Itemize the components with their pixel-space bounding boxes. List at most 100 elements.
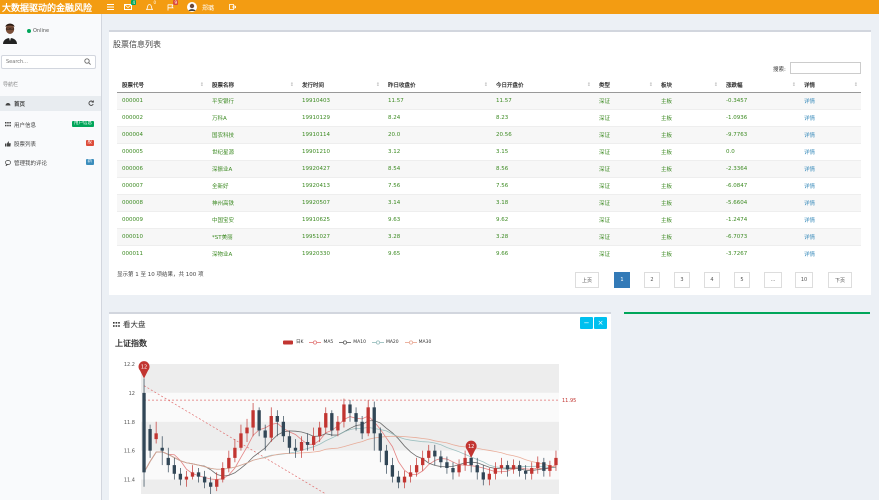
table-cell: 11.57 xyxy=(491,91,594,109)
brand-logo[interactable]: 大数据驱动的金融风险 xyxy=(2,1,92,14)
sort-icon[interactable]: ↕ xyxy=(714,82,718,88)
table-cell: 19910403 xyxy=(297,91,383,109)
sidebar-item-manage-comments[interactable]: 管理我的评论 新 xyxy=(0,155,101,170)
column-header[interactable]: 板块 ↕ xyxy=(656,79,721,93)
notification-icon[interactable]: 0 xyxy=(146,0,157,12)
table-cell: 000008 xyxy=(117,193,207,211)
detail-link[interactable]: 详情 xyxy=(799,125,861,143)
table-cell: *ST美丽 xyxy=(207,227,297,245)
mail-icon[interactable]: 4 xyxy=(124,0,136,12)
page-button[interactable]: 10 xyxy=(795,272,813,288)
legend-item[interactable]: 日K xyxy=(282,339,303,345)
sort-icon[interactable]: ↕ xyxy=(587,82,591,88)
legend-item[interactable]: MA10 xyxy=(339,340,366,345)
sort-icon[interactable]: ↕ xyxy=(484,82,488,88)
page-button[interactable]: 1 xyxy=(614,272,630,288)
flag-icon[interactable]: 9 xyxy=(167,0,178,12)
table-cell: 深证 xyxy=(594,227,656,245)
column-header-label: 今日开盘价 xyxy=(496,83,524,90)
legend-marker-icon xyxy=(309,340,322,344)
table-cell: 000007 xyxy=(117,176,207,194)
page-button[interactable]: 3 xyxy=(674,272,690,288)
column-header[interactable]: 股票代号 ↕ xyxy=(117,79,207,93)
page-button[interactable]: ... xyxy=(764,272,782,288)
table-cell: -1.0936 xyxy=(721,108,799,126)
online-label: Online xyxy=(33,28,50,34)
chart-band xyxy=(141,364,559,393)
detail-link[interactable]: 详情 xyxy=(799,210,861,228)
page-button[interactable]: 5 xyxy=(734,272,750,288)
table-cell: 深证 xyxy=(594,210,656,228)
table-cell: 主板 xyxy=(656,193,721,211)
table-cell: 19951027 xyxy=(297,227,383,245)
column-header[interactable]: 类型 ↕ xyxy=(594,79,656,93)
detail-link[interactable]: 详情 xyxy=(799,159,861,177)
mail-badge: 4 xyxy=(131,0,136,5)
minimize-button[interactable]: − xyxy=(580,317,593,329)
legend-item[interactable]: MA30 xyxy=(404,340,431,345)
candle[interactable] xyxy=(142,378,146,487)
detail-link[interactable]: 详情 xyxy=(799,244,861,262)
chart-panel-title: 看大盘 xyxy=(123,320,146,329)
user-avatar xyxy=(2,22,18,44)
table-cell: 8.23 xyxy=(491,108,594,126)
table-cell: 深振业A xyxy=(207,159,297,177)
table-cell: 深证 xyxy=(594,176,656,194)
refresh-icon[interactable] xyxy=(88,100,94,106)
column-header[interactable]: 涨跌幅 ↕ xyxy=(721,79,799,93)
column-header[interactable]: 今日开盘价 ↕ xyxy=(491,79,594,93)
sidebar-item-home[interactable]: 首页 xyxy=(0,96,101,111)
detail-link[interactable]: 详情 xyxy=(799,176,861,194)
detail-link[interactable]: 详情 xyxy=(799,193,861,211)
top-navbar: 大数据驱动的金融风险 4 0 9 郑璐 xyxy=(0,0,879,14)
detail-link[interactable]: 详情 xyxy=(799,91,861,109)
column-header[interactable]: 详情 ↕ xyxy=(799,79,861,93)
chart-band xyxy=(141,421,559,451)
detail-link[interactable]: 详情 xyxy=(799,227,861,245)
table-cell: 000001 xyxy=(117,91,207,109)
table-cell: 20.0 xyxy=(383,125,491,143)
column-header[interactable]: 股票名称 ↕ xyxy=(207,79,297,93)
close-button[interactable]: × xyxy=(594,317,607,329)
detail-link[interactable]: 详情 xyxy=(799,108,861,126)
side-panel-border xyxy=(624,312,870,314)
table-cell: 国农科技 xyxy=(207,125,297,143)
detail-link[interactable]: 详情 xyxy=(799,142,861,160)
user-menu[interactable]: 郑璐 xyxy=(187,2,214,12)
table-cell: -3.7267 xyxy=(721,244,799,262)
candlestick-chart: 12.2 12 11.8 11.6 11.4 11.95 12 12 xyxy=(124,361,576,495)
table-cell: 000009 xyxy=(117,210,207,228)
sidebar-item-user-info[interactable]: 用户信息 用户信息 xyxy=(0,117,101,132)
table-cell: 000011 xyxy=(117,244,207,262)
column-header[interactable]: 昨日收盘价 ↕ xyxy=(383,79,491,93)
chart-legend: 日K MA5 MA10 MA20 MA30 xyxy=(282,339,431,345)
sidebar-search-input[interactable] xyxy=(2,56,82,68)
sort-icon[interactable]: ↕ xyxy=(376,82,380,88)
legend-item[interactable]: MA5 xyxy=(309,340,333,345)
search-icon[interactable] xyxy=(84,58,91,65)
table-cell: 000002 xyxy=(117,108,207,126)
column-header[interactable]: 发行时间 ↕ xyxy=(297,79,383,93)
table-row: 000004 国农科技 19910114 20.0 20.56 深证 主板 -9.7763 详情 xyxy=(117,125,861,143)
next-page-button[interactable]: 下页 xyxy=(828,272,852,288)
logout-icon[interactable] xyxy=(229,2,236,12)
table-cell: 中国宝安 xyxy=(207,210,297,228)
legend-item[interactable]: MA20 xyxy=(371,340,399,345)
sidebar-item-stock-list[interactable]: 股票列表 股 xyxy=(0,136,101,151)
page-button[interactable]: 2 xyxy=(644,272,660,288)
table-search-input[interactable] xyxy=(790,62,861,74)
prev-page-button[interactable]: 上页 xyxy=(575,272,599,288)
table-cell: 19910129 xyxy=(297,108,383,126)
menu-toggle-icon[interactable] xyxy=(107,2,114,12)
legend-label: 日K xyxy=(296,340,304,345)
sort-icon[interactable]: ↕ xyxy=(200,82,204,88)
online-dot-icon xyxy=(27,29,31,33)
page-button[interactable]: 4 xyxy=(704,272,720,288)
sort-icon[interactable]: ↕ xyxy=(854,82,858,88)
table-cell: 3.14 xyxy=(383,193,491,211)
sort-icon[interactable]: ↕ xyxy=(649,82,653,88)
sort-icon[interactable]: ↕ xyxy=(792,82,796,88)
table-cell: 深证 xyxy=(594,125,656,143)
sort-icon[interactable]: ↕ xyxy=(290,82,294,88)
table-cell: 神州高铁 xyxy=(207,193,297,211)
